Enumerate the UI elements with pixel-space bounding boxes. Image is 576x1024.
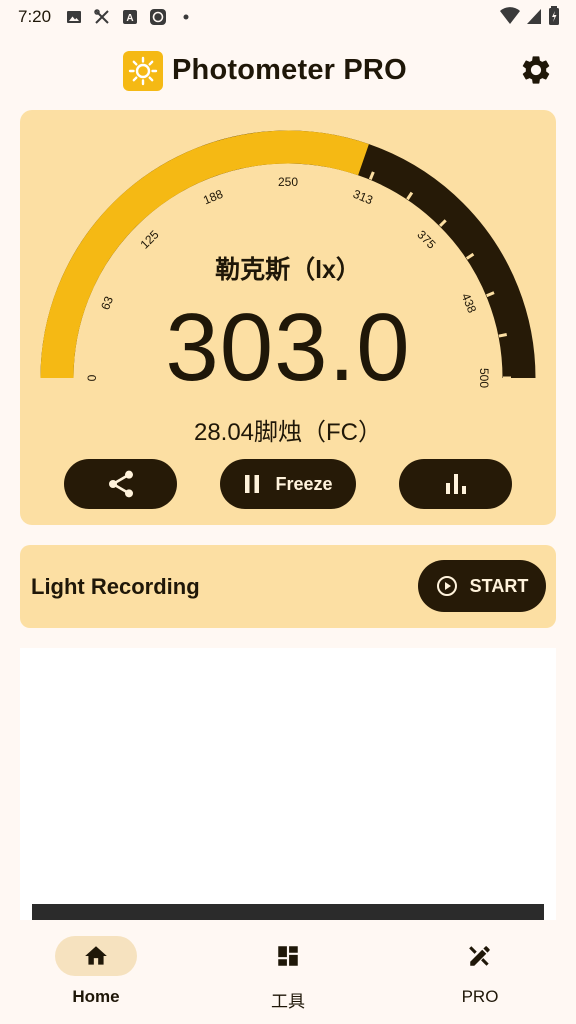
svg-text:A: A (126, 13, 133, 24)
bottom-navigation: Home 工具 PRO (0, 922, 576, 1024)
app-icon (149, 8, 167, 26)
nav-pro-label: PRO (461, 987, 499, 1006)
nav-home-label: Home (72, 987, 120, 1006)
chart-bottom-bar (32, 904, 544, 920)
pause-icon (245, 475, 260, 493)
dashboard-icon (278, 946, 298, 966)
play-circle-icon (436, 576, 457, 596)
home-icon (85, 946, 107, 965)
battery-icon (548, 6, 560, 31)
gauge-tick-label: 125 (137, 227, 161, 251)
recording-card: Light Recording START (20, 545, 556, 628)
start-recording-button[interactable]: START (418, 560, 546, 612)
lux-value: 303.0 (165, 294, 411, 401)
share-button[interactable] (64, 459, 177, 509)
freeze-label: Freeze (275, 473, 333, 494)
stats-button[interactable] (399, 459, 512, 509)
meter-card: 0 63 125 188 250 313 375 438 500 勒克斯（lx） 303.0 2… (20, 110, 556, 525)
chart-panel (20, 648, 556, 920)
status-right-icons (500, 6, 560, 31)
image-icon (65, 8, 83, 26)
share-icon (108, 470, 133, 498)
gear-icon (522, 56, 550, 84)
nav-item-pro[interactable]: PRO (410, 936, 550, 1016)
start-label: START (469, 575, 529, 596)
tools-icon (93, 8, 111, 26)
nav-home-indicator (55, 936, 137, 976)
freeze-button[interactable]: Freeze (220, 459, 356, 509)
sun-icon (123, 51, 163, 91)
nav-tools-label: 工具 (271, 992, 305, 1011)
nav-pro-indicator (439, 936, 521, 976)
nav-item-tools[interactable]: 工具 (218, 936, 358, 1016)
nav-item-home[interactable]: Home (26, 936, 166, 1016)
nav-tools-indicator (247, 936, 329, 976)
recording-title: Light Recording (31, 574, 200, 599)
footcandle-value: 28.04脚烛（FC） (193, 419, 383, 446)
status-time: 7:20 (18, 7, 52, 26)
status-bar: 7:20 A (0, 0, 576, 34)
settings-button[interactable] (518, 52, 554, 88)
app-title: Photometer PRO (172, 54, 407, 86)
gauge-tick-label: 188 (201, 187, 225, 208)
unit-label: 勒克斯（lx） (215, 256, 361, 284)
font-icon: A (121, 8, 139, 26)
pencil-ruler-icon (469, 946, 490, 966)
gauge-tick-label: 313 (351, 187, 375, 208)
app-header: Photometer PRO (0, 44, 576, 100)
wifi-icon (500, 7, 520, 30)
dot-icon (177, 8, 195, 26)
signal-icon (526, 7, 542, 30)
bar-chart-icon (445, 474, 466, 494)
gauge-tick-label: 250 (278, 175, 298, 189)
gauge-tick-label: 375 (414, 227, 438, 251)
